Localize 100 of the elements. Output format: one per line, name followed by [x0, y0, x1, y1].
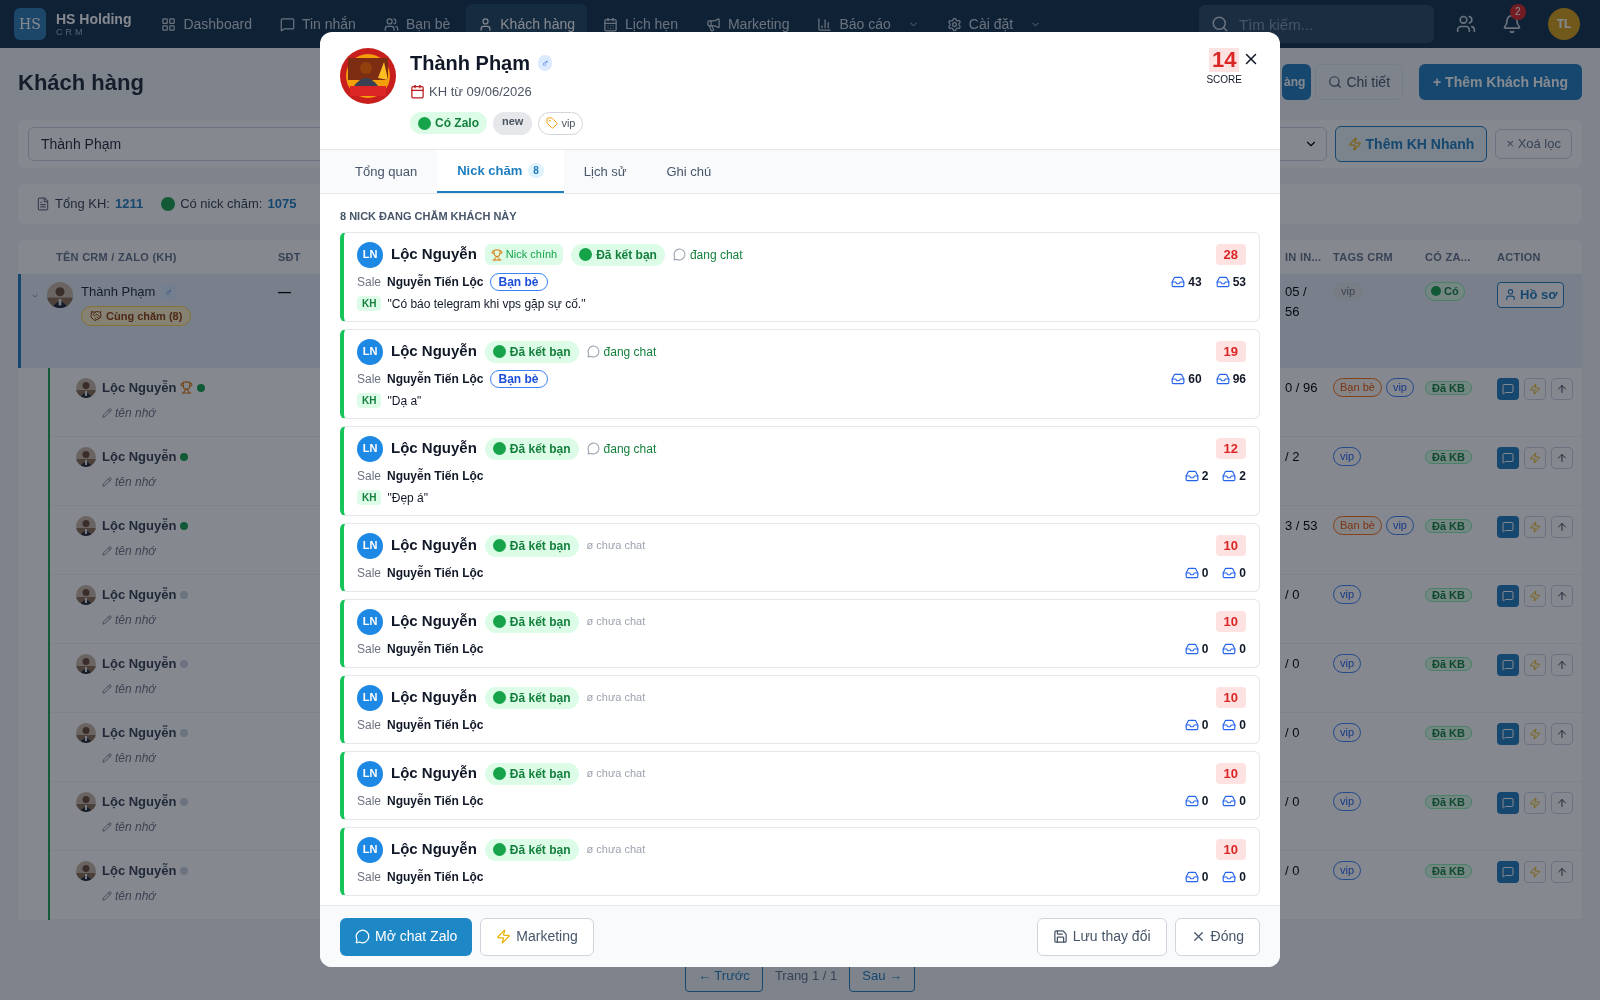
detail-button[interactable]: Chi tiết [1315, 64, 1404, 100]
pencil-icon [102, 683, 112, 694]
chat-status: đang chat [689, 246, 743, 264]
arrow-up-icon [1556, 521, 1568, 533]
lightning-icon [496, 929, 512, 944]
outline-button[interactable]: Đóng [1174, 917, 1260, 956]
nick-avatar: LN [357, 435, 383, 462]
status-badge: new [493, 111, 533, 135]
nick-name: Lộc Nguyễn [102, 655, 177, 673]
stat-value: 1211 [114, 195, 144, 214]
lightning-button[interactable] [1524, 378, 1546, 400]
settings-icon [946, 16, 962, 32]
sale-label: Sale [357, 467, 382, 485]
pencil-icon [102, 476, 112, 487]
lightning-button[interactable] [1524, 516, 1546, 538]
column-header: TAGS CRM [1333, 249, 1395, 265]
pencil-icon [102, 752, 112, 763]
nav-tab[interactable]: Lịch hẹn [591, 4, 690, 44]
table-cell: / 0 [1285, 656, 1300, 671]
lightning-icon [1529, 728, 1541, 740]
upload-button[interactable] [1551, 792, 1573, 814]
primary-button[interactable]: àng [1282, 64, 1312, 100]
outline-button[interactable]: Marketing [480, 917, 594, 956]
nav-tab[interactable]: Cài đặt [934, 4, 1054, 44]
lightning-button[interactable] [1524, 654, 1546, 676]
upload-button[interactable] [1551, 447, 1573, 469]
dialog-tab[interactable]: Nick chăm 8 [437, 150, 564, 193]
nickname-note: tên nhớ [115, 818, 156, 836]
dialog-tab[interactable]: Tổng quan [335, 150, 438, 193]
co-care-label: Cùng chăm (8) [106, 308, 183, 324]
lightning-icon [1529, 452, 1541, 464]
users-icon [383, 16, 399, 32]
chat-button[interactable] [1497, 585, 1519, 607]
clear-filter-button[interactable]: × Xoá lọc [1495, 129, 1572, 159]
nick-name: Lộc Nguyễn [391, 611, 477, 632]
chat-icon [1502, 797, 1514, 809]
chat-button[interactable] [1497, 654, 1519, 676]
profile-button[interactable]: Hồ sơ [1497, 282, 1565, 308]
nav-tab[interactable]: Tin nhắn [267, 4, 368, 44]
nick-name: Lộc Nguyễn [102, 517, 177, 535]
sale-name: Nguyễn Tiến Lộc [387, 564, 484, 582]
primary-button[interactable]: + Thêm Khách Hàng [1419, 64, 1582, 100]
chat-button[interactable] [1497, 723, 1519, 745]
pencil-icon [102, 407, 112, 418]
nav-tab[interactable]: Báo cáo [805, 4, 931, 44]
inbox-icon [1222, 641, 1237, 656]
lightning-button[interactable] [1524, 447, 1546, 469]
nav-tab[interactable]: Marketing [693, 4, 802, 44]
message-count: 0 [1239, 640, 1246, 658]
caret-icon[interactable] [31, 292, 39, 300]
upload-button[interactable] [1551, 585, 1573, 607]
chat-status: đang chat [603, 343, 657, 361]
nickname-note: tên nhớ [115, 542, 156, 560]
search-icon [1328, 75, 1343, 89]
primary-button[interactable]: Mở chat Zalo [340, 917, 473, 956]
upload-button[interactable] [1551, 516, 1573, 538]
table-cell: / 0 [1285, 863, 1300, 878]
section-title: 8 NICK ĐANG CHĂM KHÁCH NÀY [340, 209, 518, 224]
sale-name: Nguyễn Tiến Lộc [387, 716, 484, 734]
inbox-icon [1222, 717, 1237, 732]
quick-add-button[interactable]: Thêm KH Nhanh [1334, 126, 1488, 162]
nav-tab[interactable]: Bạn bè [371, 4, 463, 44]
chat-button[interactable] [1497, 447, 1519, 469]
inbox-icon [1222, 565, 1237, 580]
upload-button[interactable] [1551, 654, 1573, 676]
message-count: 0 [1239, 564, 1246, 582]
tag-badge: vip [1385, 378, 1414, 397]
group-icon[interactable] [1456, 14, 1476, 34]
upload-button[interactable] [1551, 861, 1573, 883]
nickname-note: tên nhớ [115, 680, 156, 698]
chat-button[interactable] [1497, 378, 1519, 400]
lightning-button[interactable] [1524, 792, 1546, 814]
upload-button[interactable] [1551, 723, 1573, 745]
outline-button[interactable]: Lưu thay đổi [1036, 917, 1167, 956]
gender-badge: ♂ [161, 283, 176, 300]
lightning-button[interactable] [1524, 861, 1546, 883]
notification-icon[interactable] [1502, 14, 1522, 34]
upload-button[interactable] [1551, 378, 1573, 400]
user-avatar[interactable]: TL [1548, 8, 1580, 40]
nav-tab[interactable]: Dashboard [149, 4, 264, 44]
handshake-icon [90, 309, 102, 322]
lightning-button[interactable] [1524, 585, 1546, 607]
pencil-icon [102, 545, 112, 556]
sale-label: Sale [357, 370, 382, 388]
calendar-icon [410, 84, 425, 100]
dialog-tab[interactable]: Lịch sử [563, 150, 647, 193]
inbox-icon [1215, 274, 1230, 289]
dialog-tab[interactable]: Ghi chú [646, 150, 732, 193]
tag-badge: vip [1333, 282, 1364, 301]
lightning-button[interactable] [1524, 723, 1546, 745]
nick-name: Lộc Nguyễn [102, 379, 177, 397]
chat-button[interactable] [1497, 861, 1519, 883]
chat-button[interactable] [1497, 516, 1519, 538]
sale-label: Sale [357, 564, 382, 582]
nick-avatar: LN [357, 241, 383, 268]
lightning-icon [1529, 521, 1541, 533]
chat-bubble-icon [672, 248, 686, 261]
score-value: 14 [1208, 48, 1240, 72]
chat-button[interactable] [1497, 792, 1519, 814]
friend-label: Đã kết bạn [596, 246, 657, 264]
